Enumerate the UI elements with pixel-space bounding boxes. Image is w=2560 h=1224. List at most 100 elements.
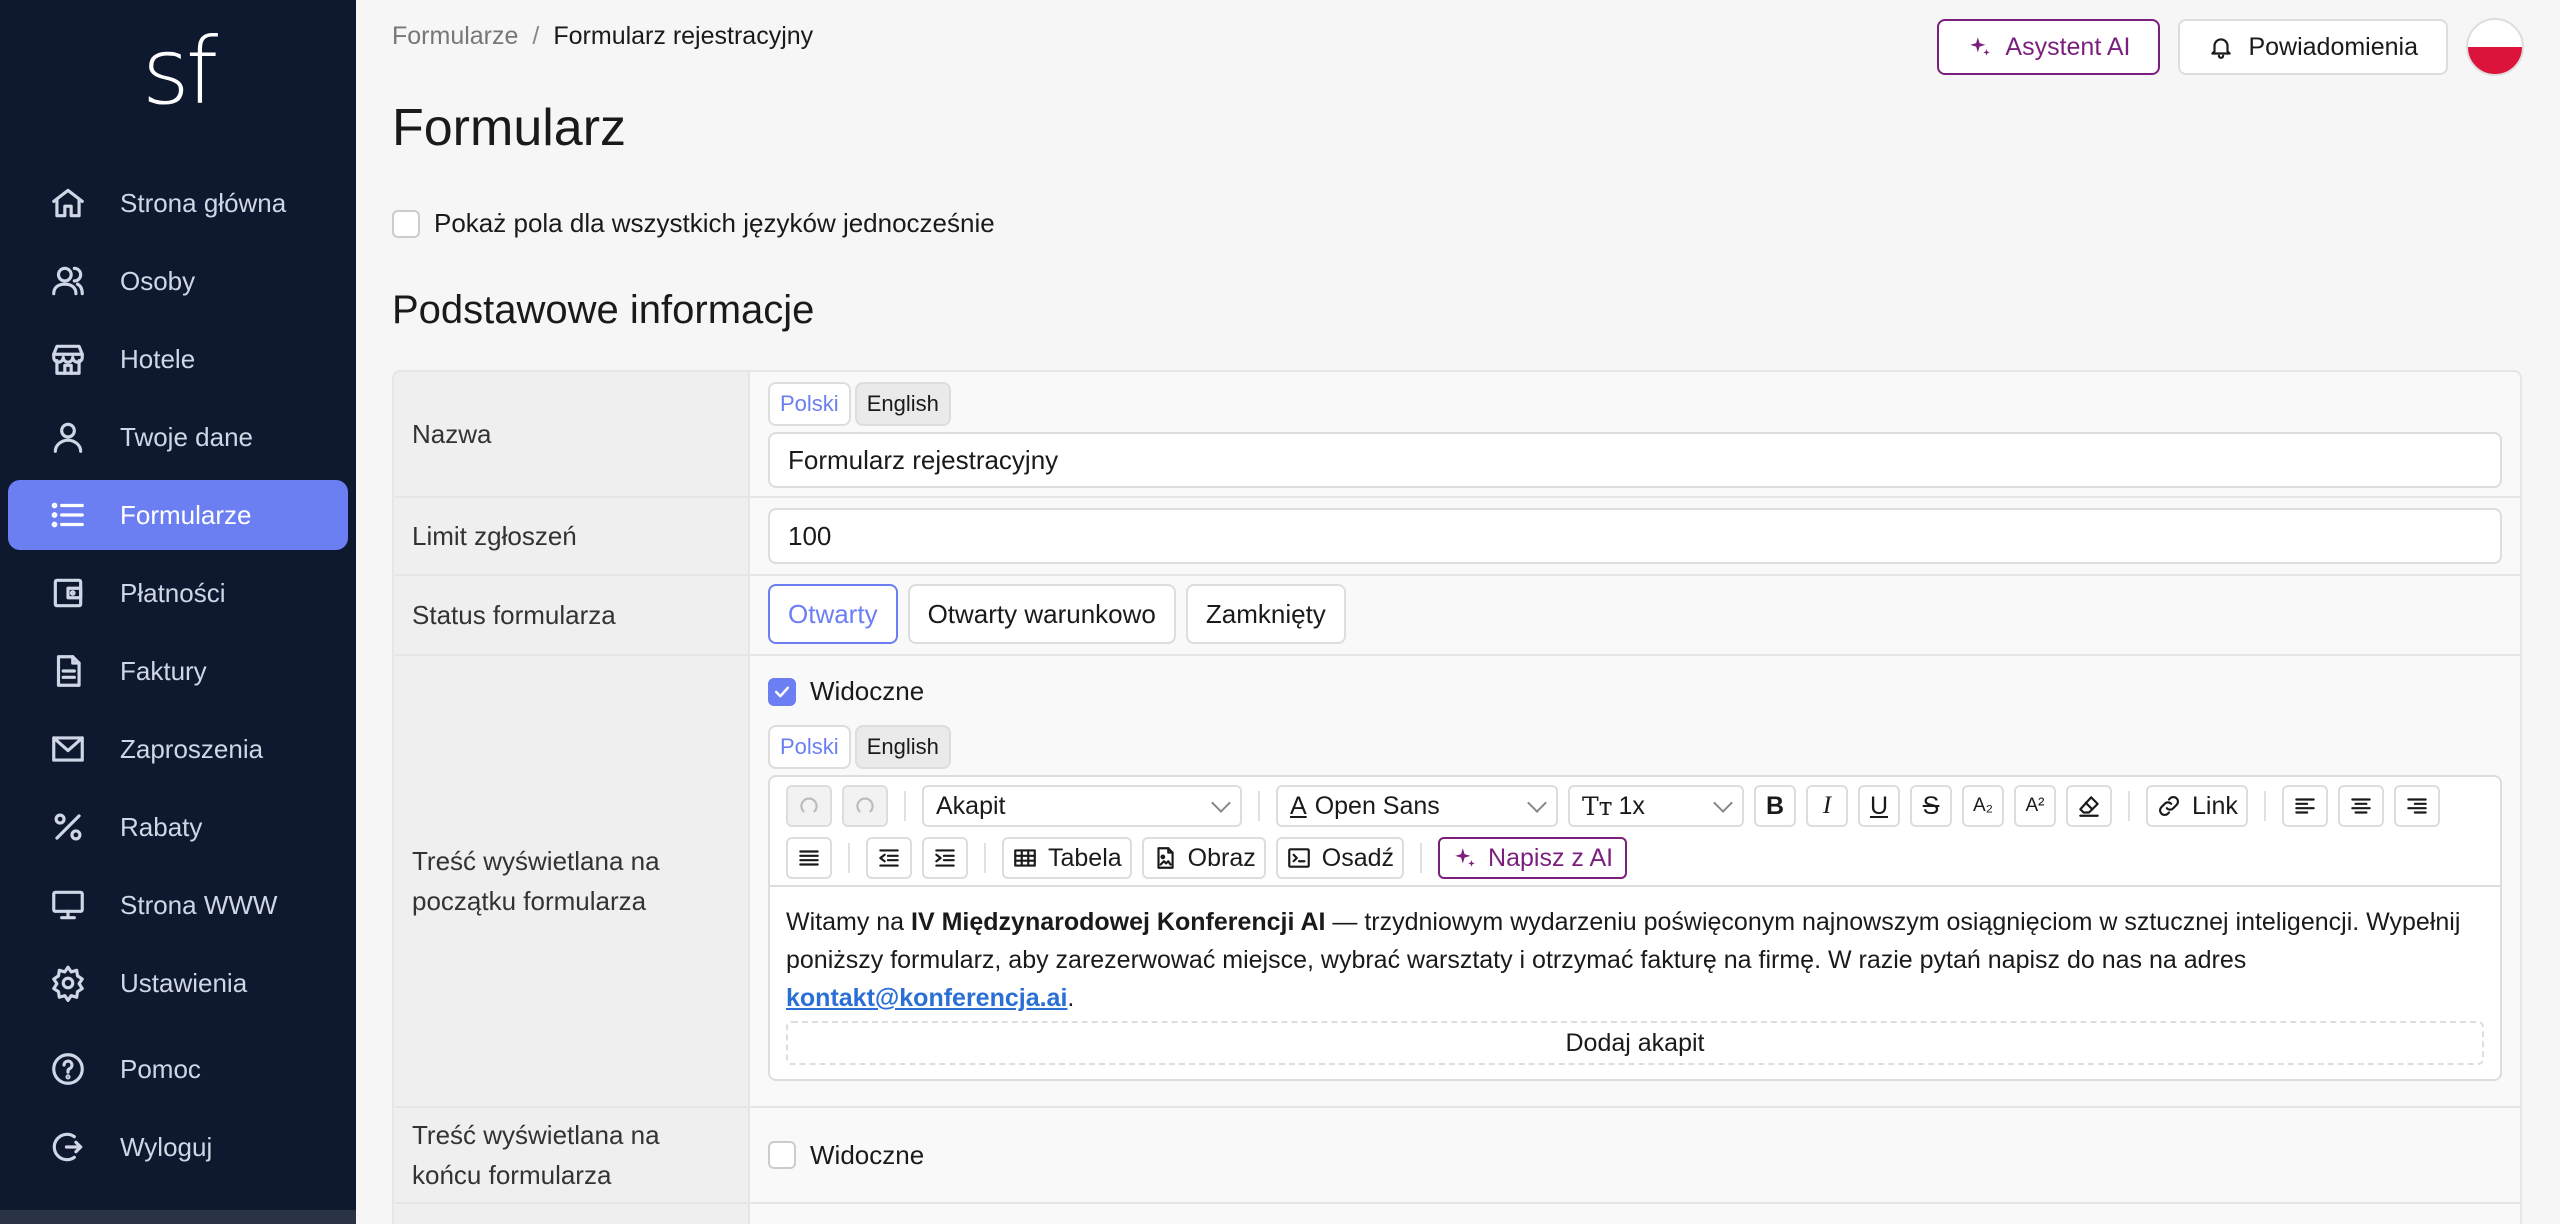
bold-icon: B: [1765, 791, 1785, 820]
chevron-down-icon: [1211, 793, 1231, 813]
show-all-languages-toggle[interactable]: Pokaż pola dla wszystkich języków jednoc…: [392, 208, 995, 239]
undo-button[interactable]: [786, 785, 832, 827]
intro-visible-checkbox[interactable]: [768, 677, 796, 706]
basic-info-form: Nazwa Polski English Formularz rejestrac…: [392, 370, 2522, 1224]
user-icon: [48, 417, 88, 457]
field-label: Limit zgłoszeń: [394, 498, 750, 574]
bold-button[interactable]: B: [1754, 785, 1796, 827]
status-conditional-button[interactable]: Otwarty warunkowo: [907, 584, 1176, 644]
subscript-button[interactable]: A₂: [1962, 785, 2004, 827]
sidebar-item-website[interactable]: Strona WWW: [8, 870, 348, 940]
align-right-button[interactable]: [2393, 785, 2440, 827]
editor-content[interactable]: Witamy na IV Międzynarodowej Konferencji…: [770, 887, 2500, 1079]
status-open-button[interactable]: Otwarty: [768, 584, 898, 644]
field-container: 100: [750, 498, 2520, 574]
name-input[interactable]: Formularz rejestracyjny: [768, 432, 2502, 488]
notifications-button[interactable]: Powiadomienia: [2178, 19, 2448, 75]
italic-button[interactable]: I: [1806, 785, 1848, 827]
intro-visible-toggle[interactable]: Widoczne: [768, 676, 2502, 707]
help-icon: [48, 1049, 88, 1089]
ai-assistant-button[interactable]: Asystent AI: [1937, 19, 2161, 75]
breadcrumb-current: Formularz rejestracyjny: [553, 22, 814, 50]
sidebar-item-logout[interactable]: Wyloguj: [8, 1112, 348, 1182]
app-logo[interactable]: sf: [0, 22, 356, 122]
link-icon: [2159, 796, 2179, 816]
indent-button[interactable]: [922, 837, 968, 879]
redo-button[interactable]: [842, 785, 888, 827]
table-button[interactable]: Tabela: [1002, 837, 1132, 879]
underline-button[interactable]: U: [1858, 785, 1900, 827]
status-closed-button[interactable]: Zamknięty: [1185, 584, 1346, 644]
rich-text-editor: Akapit A Open Sans Tт 1x B I U S A₂ A² L…: [768, 775, 2502, 1081]
sidebar-item-hotels[interactable]: Hotele: [8, 324, 348, 394]
tab-polski[interactable]: Polski: [768, 382, 851, 426]
toolbar-divider: [2263, 791, 2266, 821]
check-icon: [774, 686, 790, 697]
font-size-select[interactable]: Tт 1x: [1568, 785, 1744, 827]
outdent-button[interactable]: [866, 837, 912, 879]
form-row-name: Nazwa Polski English Formularz rejestrac…: [394, 372, 2520, 498]
sidebar-item-label: Zaproszenia: [120, 733, 264, 764]
eraser-icon: [2079, 796, 2099, 817]
align-center-icon: [2351, 798, 2371, 814]
tab-english[interactable]: English: [854, 725, 951, 769]
align-justify-icon: [799, 850, 819, 866]
page-title: Formularz: [392, 99, 627, 157]
sidebar-item-label: Pomoc: [120, 1053, 201, 1084]
breadcrumb-root-link[interactable]: Formularze: [392, 22, 518, 50]
field-label: Status formularza: [394, 576, 750, 654]
paragraph-style-select[interactable]: Akapit: [922, 785, 1242, 827]
intro-visible-label: Widoczne: [810, 676, 925, 706]
sidebar-item-label: Strona główna: [120, 187, 287, 218]
sidebar-item-label: Twoje dane: [120, 421, 253, 452]
sidebar-item-home[interactable]: Strona główna: [8, 168, 348, 238]
align-justify-button[interactable]: [786, 837, 832, 879]
outro-visible-label: Widoczne: [810, 1139, 925, 1170]
tab-english[interactable]: English: [854, 382, 951, 426]
align-center-button[interactable]: [2337, 785, 2384, 827]
wallet-icon: [48, 573, 88, 613]
clear-format-button[interactable]: [2066, 785, 2112, 827]
field-label: Nazwa: [394, 372, 750, 496]
outro-visible-checkbox[interactable]: [768, 1141, 796, 1169]
superscript-button[interactable]: A²: [2014, 785, 2056, 827]
bold-text-run: IV Międzynarodowej Konferencji AI: [911, 908, 1326, 936]
field-container: Widoczne: [750, 1108, 2520, 1202]
sidebar-item-settings[interactable]: Ustawienia: [8, 948, 348, 1018]
outro-visible-toggle[interactable]: Widoczne: [768, 1140, 924, 1171]
write-with-ai-button[interactable]: Napisz z AI: [1438, 837, 1628, 879]
sidebar-item-label: Formularze: [120, 499, 252, 530]
sidebar-item-discounts[interactable]: Rabaty: [8, 792, 348, 862]
main-content: Formularze / Formularz rejestracyjny Asyst…: [356, 0, 2560, 1224]
write-with-ai-label: Napisz z AI: [1488, 843, 1614, 872]
sidebar-item-payments[interactable]: Płatności: [8, 558, 348, 628]
bell-icon: [2211, 38, 2232, 59]
strikethrough-button[interactable]: S: [1910, 785, 1952, 827]
sidebar-item-help[interactable]: Pomoc: [8, 1034, 348, 1104]
font-family-select[interactable]: A Open Sans: [1276, 785, 1558, 827]
limit-input[interactable]: 100: [768, 508, 2502, 564]
text-run: .: [1067, 984, 1075, 1012]
sidebar-item-forms[interactable]: Formularze: [8, 480, 348, 550]
align-left-button[interactable]: [2281, 785, 2328, 827]
image-button[interactable]: Obraz: [1141, 837, 1266, 879]
align-left-icon: [2295, 798, 2315, 814]
add-paragraph-button[interactable]: Dodaj akapit: [786, 1021, 2484, 1065]
show-all-languages-label: Pokaż pola dla wszystkich języków jednoc…: [434, 208, 995, 238]
sidebar-item-invoices[interactable]: Faktury: [8, 636, 348, 706]
field-label: Treść wyświetlana na końcu formularza: [394, 1108, 750, 1202]
sidebar-item-label: Wyloguj: [120, 1131, 213, 1162]
home-icon: [48, 183, 88, 223]
sidebar-item-your-data[interactable]: Twoje dane: [8, 402, 348, 472]
field-container: Otwarty Otwarty warunkowo Zamknięty: [750, 576, 2520, 654]
field-label: Treść wyświetlana na początku formularza: [394, 656, 750, 1106]
contact-email-link[interactable]: kontakt@konferencja.ai: [786, 984, 1067, 1012]
sidebar-item-people[interactable]: Osoby: [8, 246, 348, 316]
tab-polski[interactable]: Polski: [768, 725, 851, 769]
link-button[interactable]: Link: [2146, 785, 2248, 827]
sidebar-item-label: Ustawienia: [120, 967, 248, 998]
sidebar-item-invitations[interactable]: Zaproszenia: [8, 714, 348, 784]
language-flag-pl[interactable]: [2466, 18, 2524, 76]
embed-button[interactable]: Osadź: [1275, 837, 1405, 879]
show-all-languages-checkbox[interactable]: [392, 209, 420, 238]
